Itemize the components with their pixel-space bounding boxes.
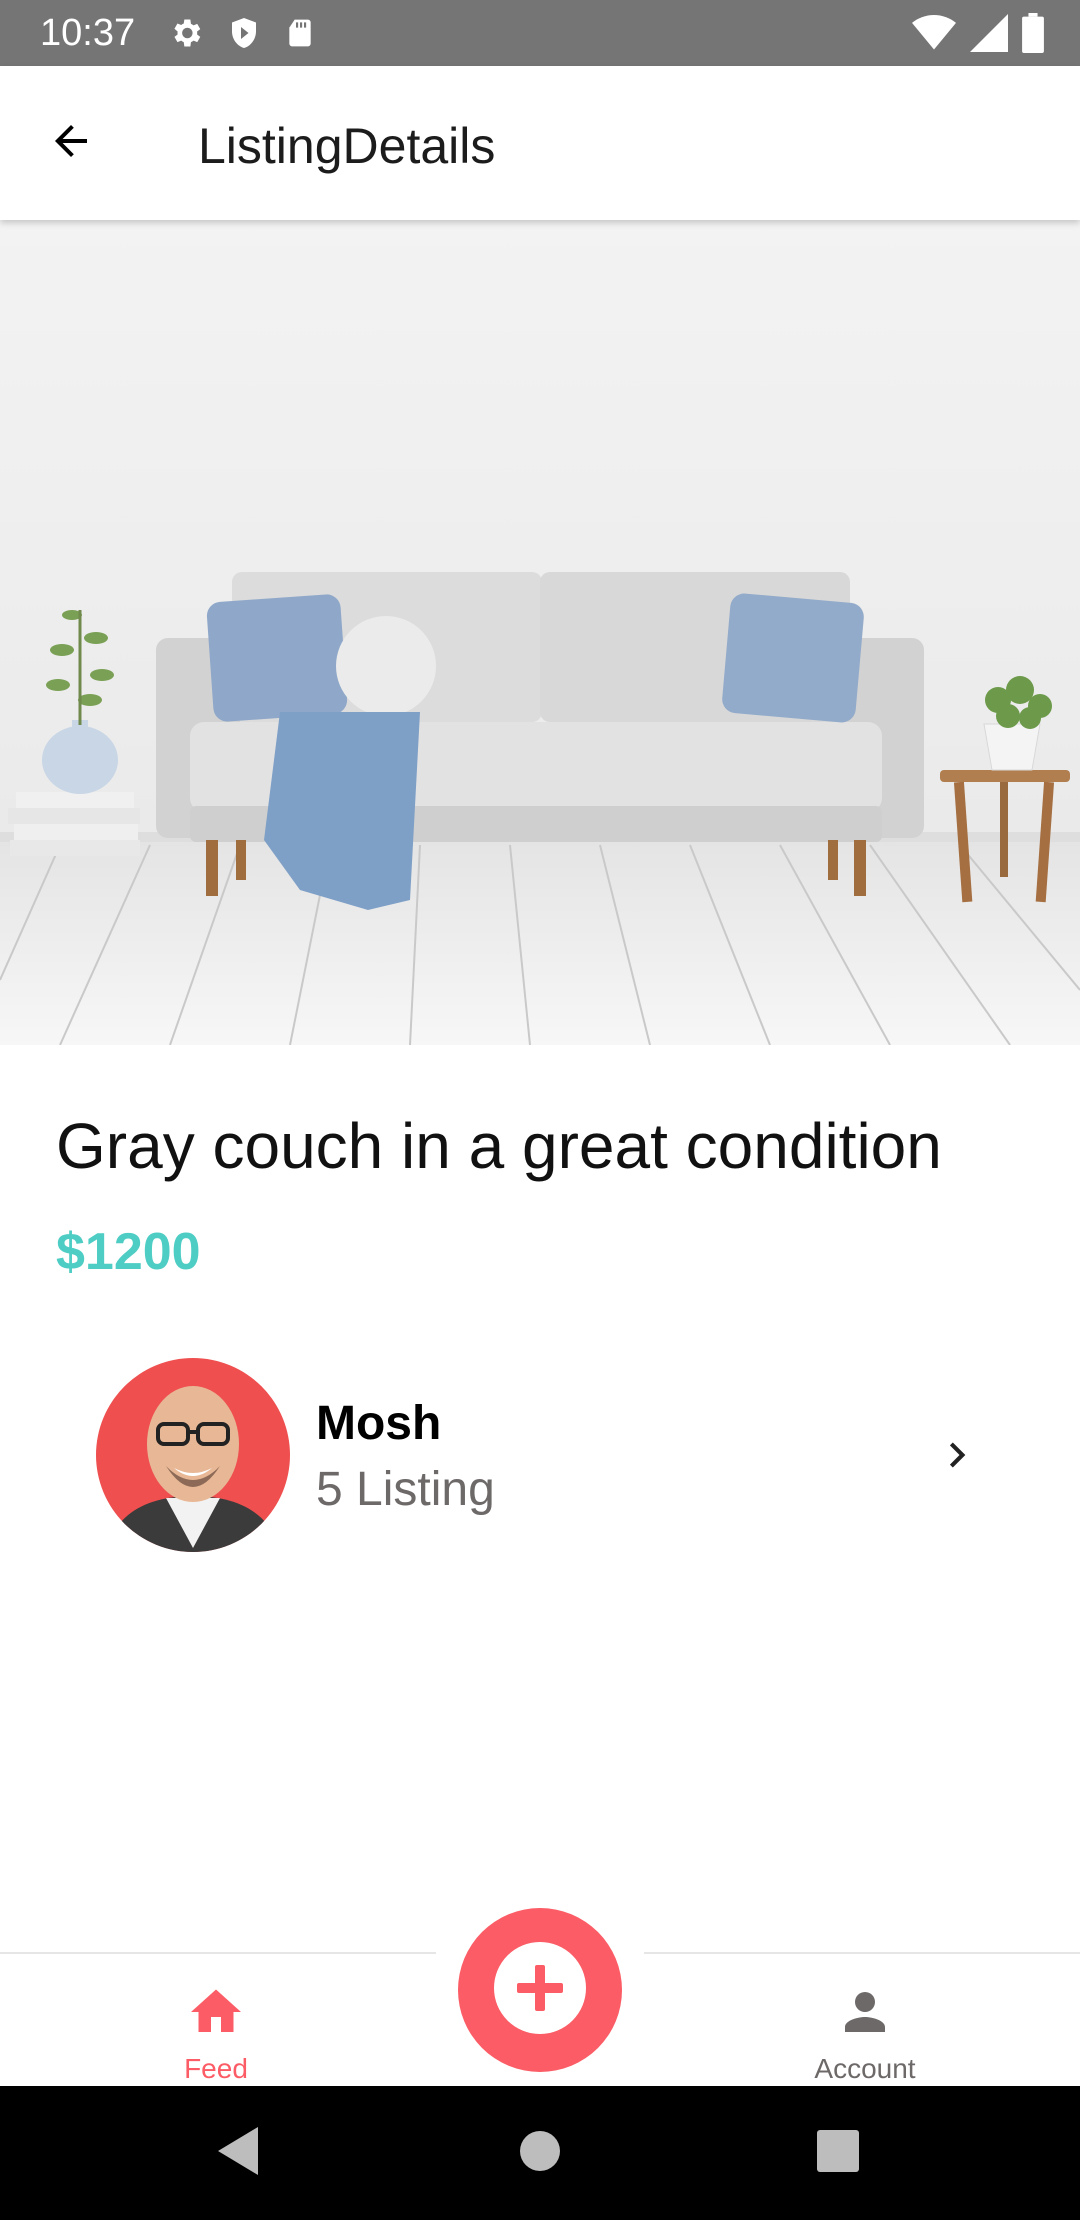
tab-feed[interactable]: Feed — [96, 1954, 336, 2088]
seller-name: Mosh — [316, 1397, 442, 1450]
arrow-left-icon — [47, 117, 95, 170]
wifi-icon — [912, 14, 956, 57]
home-circle-icon — [518, 2129, 562, 2178]
seller-listing-count: 5 Listing — [316, 1463, 495, 1516]
listing-image — [0, 220, 1080, 1045]
status-icons-left — [168, 13, 316, 58]
avatar — [96, 1358, 290, 1552]
tab-feed-label: Feed — [184, 2053, 248, 2084]
person-icon — [835, 1982, 895, 2042]
app-bar: ListingDetails — [0, 66, 1080, 220]
gear-icon — [168, 13, 204, 58]
recents-square-icon — [817, 2129, 859, 2177]
nav-back-button[interactable] — [205, 2118, 275, 2188]
add-listing-button[interactable] — [458, 1908, 622, 2072]
battery-icon — [1022, 13, 1044, 58]
listing-title: Gray couch in a great condition — [56, 1110, 942, 1182]
home-icon — [186, 1982, 246, 2042]
tab-account-label: Account — [814, 2053, 916, 2084]
back-triangle-icon — [218, 2126, 262, 2180]
system-nav-bar — [0, 2086, 1080, 2220]
shield-icon — [226, 13, 262, 58]
page-title: ListingDetails — [198, 118, 496, 174]
status-icons-right — [912, 13, 1044, 58]
status-bar: 10:37 — [0, 0, 1080, 66]
signal-icon — [970, 14, 1008, 57]
nav-recents-button[interactable] — [803, 2118, 873, 2188]
nav-home-button[interactable] — [505, 2118, 575, 2188]
sd-card-icon — [284, 13, 316, 58]
back-button[interactable] — [38, 110, 104, 176]
listing-price: $1200 — [56, 1223, 201, 1281]
tab-account[interactable]: Account — [745, 1954, 985, 2088]
plus-circle-icon — [485, 1933, 595, 2048]
chevron-right-icon — [932, 1430, 982, 1480]
status-time: 10:37 — [40, 12, 136, 54]
seller-list-item[interactable]: Mosh 5 Listing — [60, 1340, 1020, 1570]
